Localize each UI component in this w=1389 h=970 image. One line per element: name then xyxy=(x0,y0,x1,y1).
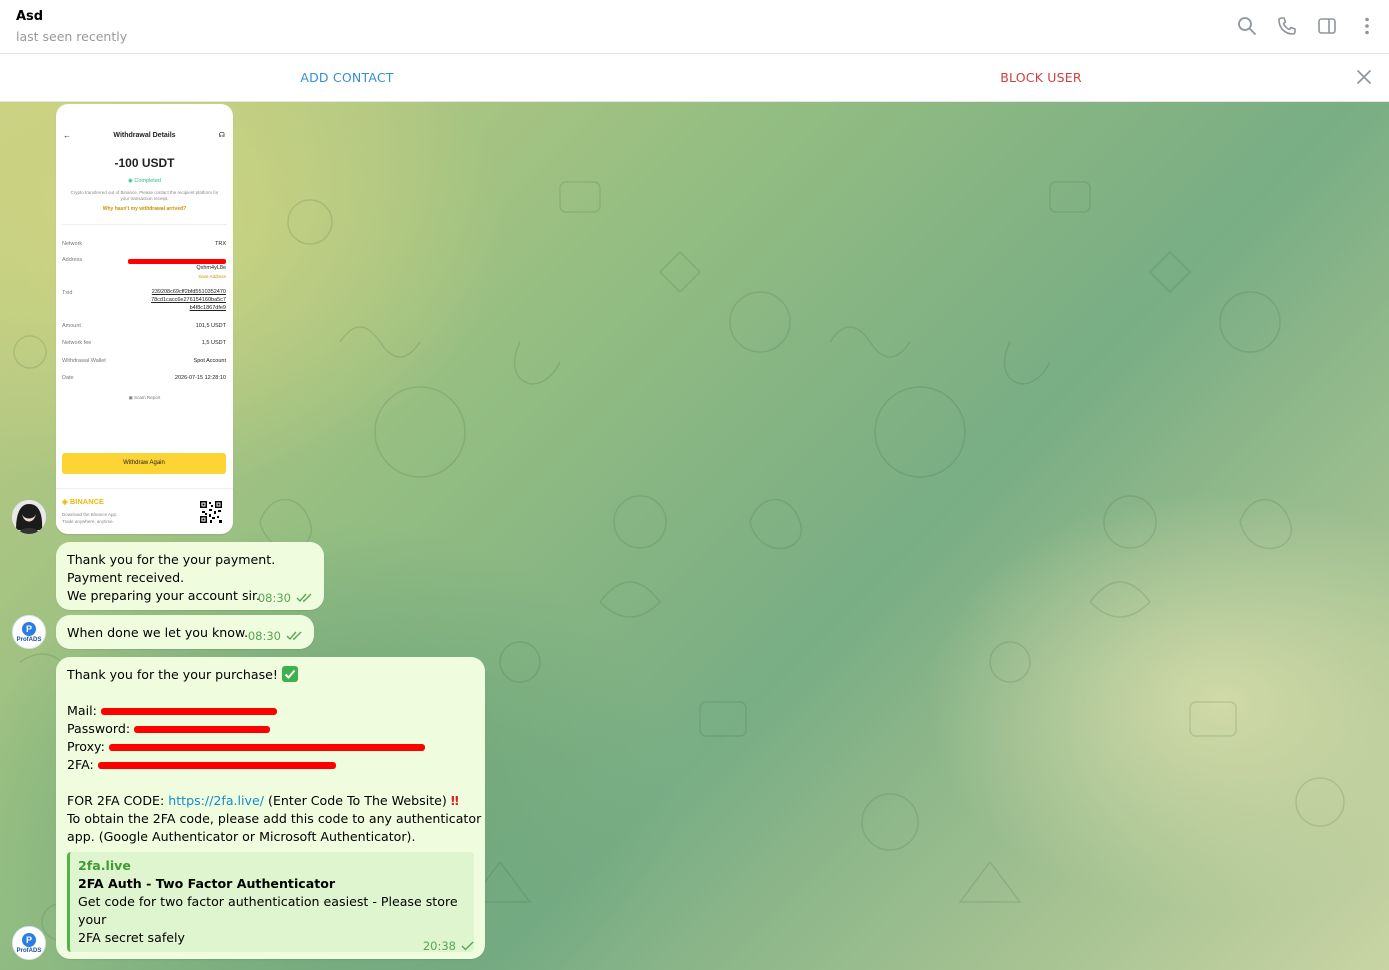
twofa-line: 2FA: xyxy=(67,756,474,774)
preview-description: 2FA secret safely xyxy=(78,930,185,945)
txid-line-1: 239208c69cff2bfd5510352470 xyxy=(151,289,226,295)
close-icon[interactable] xyxy=(1355,68,1373,86)
search-icon[interactable] xyxy=(1235,14,1259,38)
chat-area[interactable]: ← Withdrawal Details ☊ -100 USDT ◉ Compl… xyxy=(0,102,1389,970)
message-bubble[interactable]: When done we let you know. 08:30 xyxy=(56,615,314,649)
divider xyxy=(62,224,227,225)
message-bubble[interactable]: Thank you for the your purchase! Mail: P… xyxy=(56,657,485,959)
message-text: Payment received. xyxy=(67,570,185,585)
brand-line-2: Trade anywhere, anytime. xyxy=(62,519,114,524)
preview-description: Get code for two factor authentication e… xyxy=(78,894,458,927)
receipt-description: Crypto transferred out of Binance. Pleas… xyxy=(70,190,219,201)
phone-icon[interactable] xyxy=(1275,14,1299,38)
receipt-amount: -100 USDT xyxy=(114,156,175,170)
message-text: To obtain the 2FA code, please add this … xyxy=(67,811,482,826)
redacted-password xyxy=(134,726,271,733)
message-meta: 08:30 xyxy=(258,589,314,607)
message-text: Thank you for the your purchase! xyxy=(67,666,474,684)
preview-site-name: 2fa.live xyxy=(78,858,131,873)
headset-icon: ☊ xyxy=(218,132,225,139)
contact-action-bar: ADD CONTACT BLOCK USER xyxy=(0,54,1389,102)
message-time: 08:30 xyxy=(247,629,281,643)
code-line: FOR 2FA CODE: https://2fa.live/ (Enter C… xyxy=(67,793,459,808)
anime-avatar-icon xyxy=(12,500,46,534)
fee-value: 1,5 USDT xyxy=(201,340,226,346)
preview-title: 2FA Auth - Two Factor Authenticator xyxy=(78,876,336,891)
profads-logo-icon: P xyxy=(22,621,36,636)
redacted-mail xyxy=(100,708,277,715)
chat-status: last seen recently xyxy=(16,29,128,44)
link-preview[interactable]: 2fa.live 2FA Auth - Two Factor Authentic… xyxy=(67,852,474,952)
profads-avatar[interactable]: P ProfADS xyxy=(12,615,46,649)
message-meta: 20:38 xyxy=(423,937,475,955)
chat-title[interactable]: Asd xyxy=(16,9,43,24)
binance-logo: ◈ BINANCE xyxy=(62,497,105,506)
binance-diamond-icon: ◈ xyxy=(62,497,70,506)
wallet-label: Withdrawal Wallet xyxy=(62,358,106,364)
save-address-link: Save Address xyxy=(198,274,226,279)
receipt-status: ◉ Completed xyxy=(128,178,161,184)
txid-label: Txid xyxy=(62,290,73,296)
date-label: Date xyxy=(62,375,74,381)
receipt-title: Withdrawal Details xyxy=(113,132,176,139)
network-value: TRX xyxy=(215,241,226,247)
mail-line: Mail: xyxy=(67,702,474,720)
amount-value: 101,5 USDT xyxy=(195,323,226,329)
add-contact-button[interactable]: ADD CONTACT xyxy=(0,70,694,85)
scam-report-link: ▣ Scam Report xyxy=(128,395,161,400)
address-value: Qxhm4yL8e xyxy=(196,265,226,271)
divider xyxy=(56,488,233,489)
profads-avatar[interactable]: P ProfADS xyxy=(12,926,46,960)
header-icons xyxy=(1235,14,1379,38)
txid-line-2: 78cd1cacc6e276154160ba5c7 xyxy=(151,297,226,303)
more-icon[interactable] xyxy=(1355,14,1379,38)
single-check-icon xyxy=(461,941,474,951)
receipt-help-link: Why hasn't my withdrawal arrived? xyxy=(102,206,187,212)
withdraw-again-button: Withdraw Again xyxy=(62,453,226,474)
double-check-icon xyxy=(296,593,312,603)
password-line: Password: xyxy=(67,720,474,738)
sidebar-toggle-icon[interactable] xyxy=(1315,14,1339,38)
twofa-link[interactable]: https://2fa.live/ xyxy=(168,793,264,808)
message-text: app. (Google Authenticator or Microsoft … xyxy=(67,829,416,844)
profads-logo-icon: P xyxy=(22,932,36,947)
redacted-proxy xyxy=(108,744,425,751)
block-user-button[interactable]: BLOCK USER xyxy=(694,70,1388,85)
txid-line-3: b4f8c1867dfe9 xyxy=(189,305,226,311)
double-exclamation-icon: ‼ xyxy=(450,793,459,808)
profads-logo-text: ProfADS xyxy=(16,947,42,954)
sender-avatar[interactable] xyxy=(12,500,46,534)
qr-code-icon xyxy=(199,500,223,524)
proxy-line: Proxy: xyxy=(67,738,474,756)
message-meta: 08:30 xyxy=(248,627,304,645)
withdrawal-screenshot[interactable]: ← Withdrawal Details ☊ -100 USDT ◉ Compl… xyxy=(56,104,233,534)
redacted-2fa xyxy=(97,762,336,769)
profads-logo-text: ProfADS xyxy=(16,636,42,643)
message-time: 20:38 xyxy=(422,939,456,953)
message-text: Thank you for the your payment. xyxy=(67,552,276,567)
chat-header: Asd last seen recently xyxy=(0,0,1389,54)
brand-line-1: Download the Binance App. xyxy=(62,512,118,517)
message-bubble[interactable]: Thank you for the your payment. Payment … xyxy=(56,542,324,610)
address-label: Address xyxy=(62,257,83,263)
amount-label: Amount xyxy=(62,323,81,329)
redacted-address xyxy=(128,259,226,264)
double-check-icon xyxy=(286,631,302,641)
network-label: Network xyxy=(62,241,83,247)
wallet-value: Spot Account xyxy=(193,358,226,364)
fee-label: Network fee xyxy=(62,340,92,346)
message-time: 08:30 xyxy=(257,591,291,605)
checkmark-emoji-icon xyxy=(282,666,298,682)
date-value: 2026-07-15 12:28:10 xyxy=(174,375,226,381)
